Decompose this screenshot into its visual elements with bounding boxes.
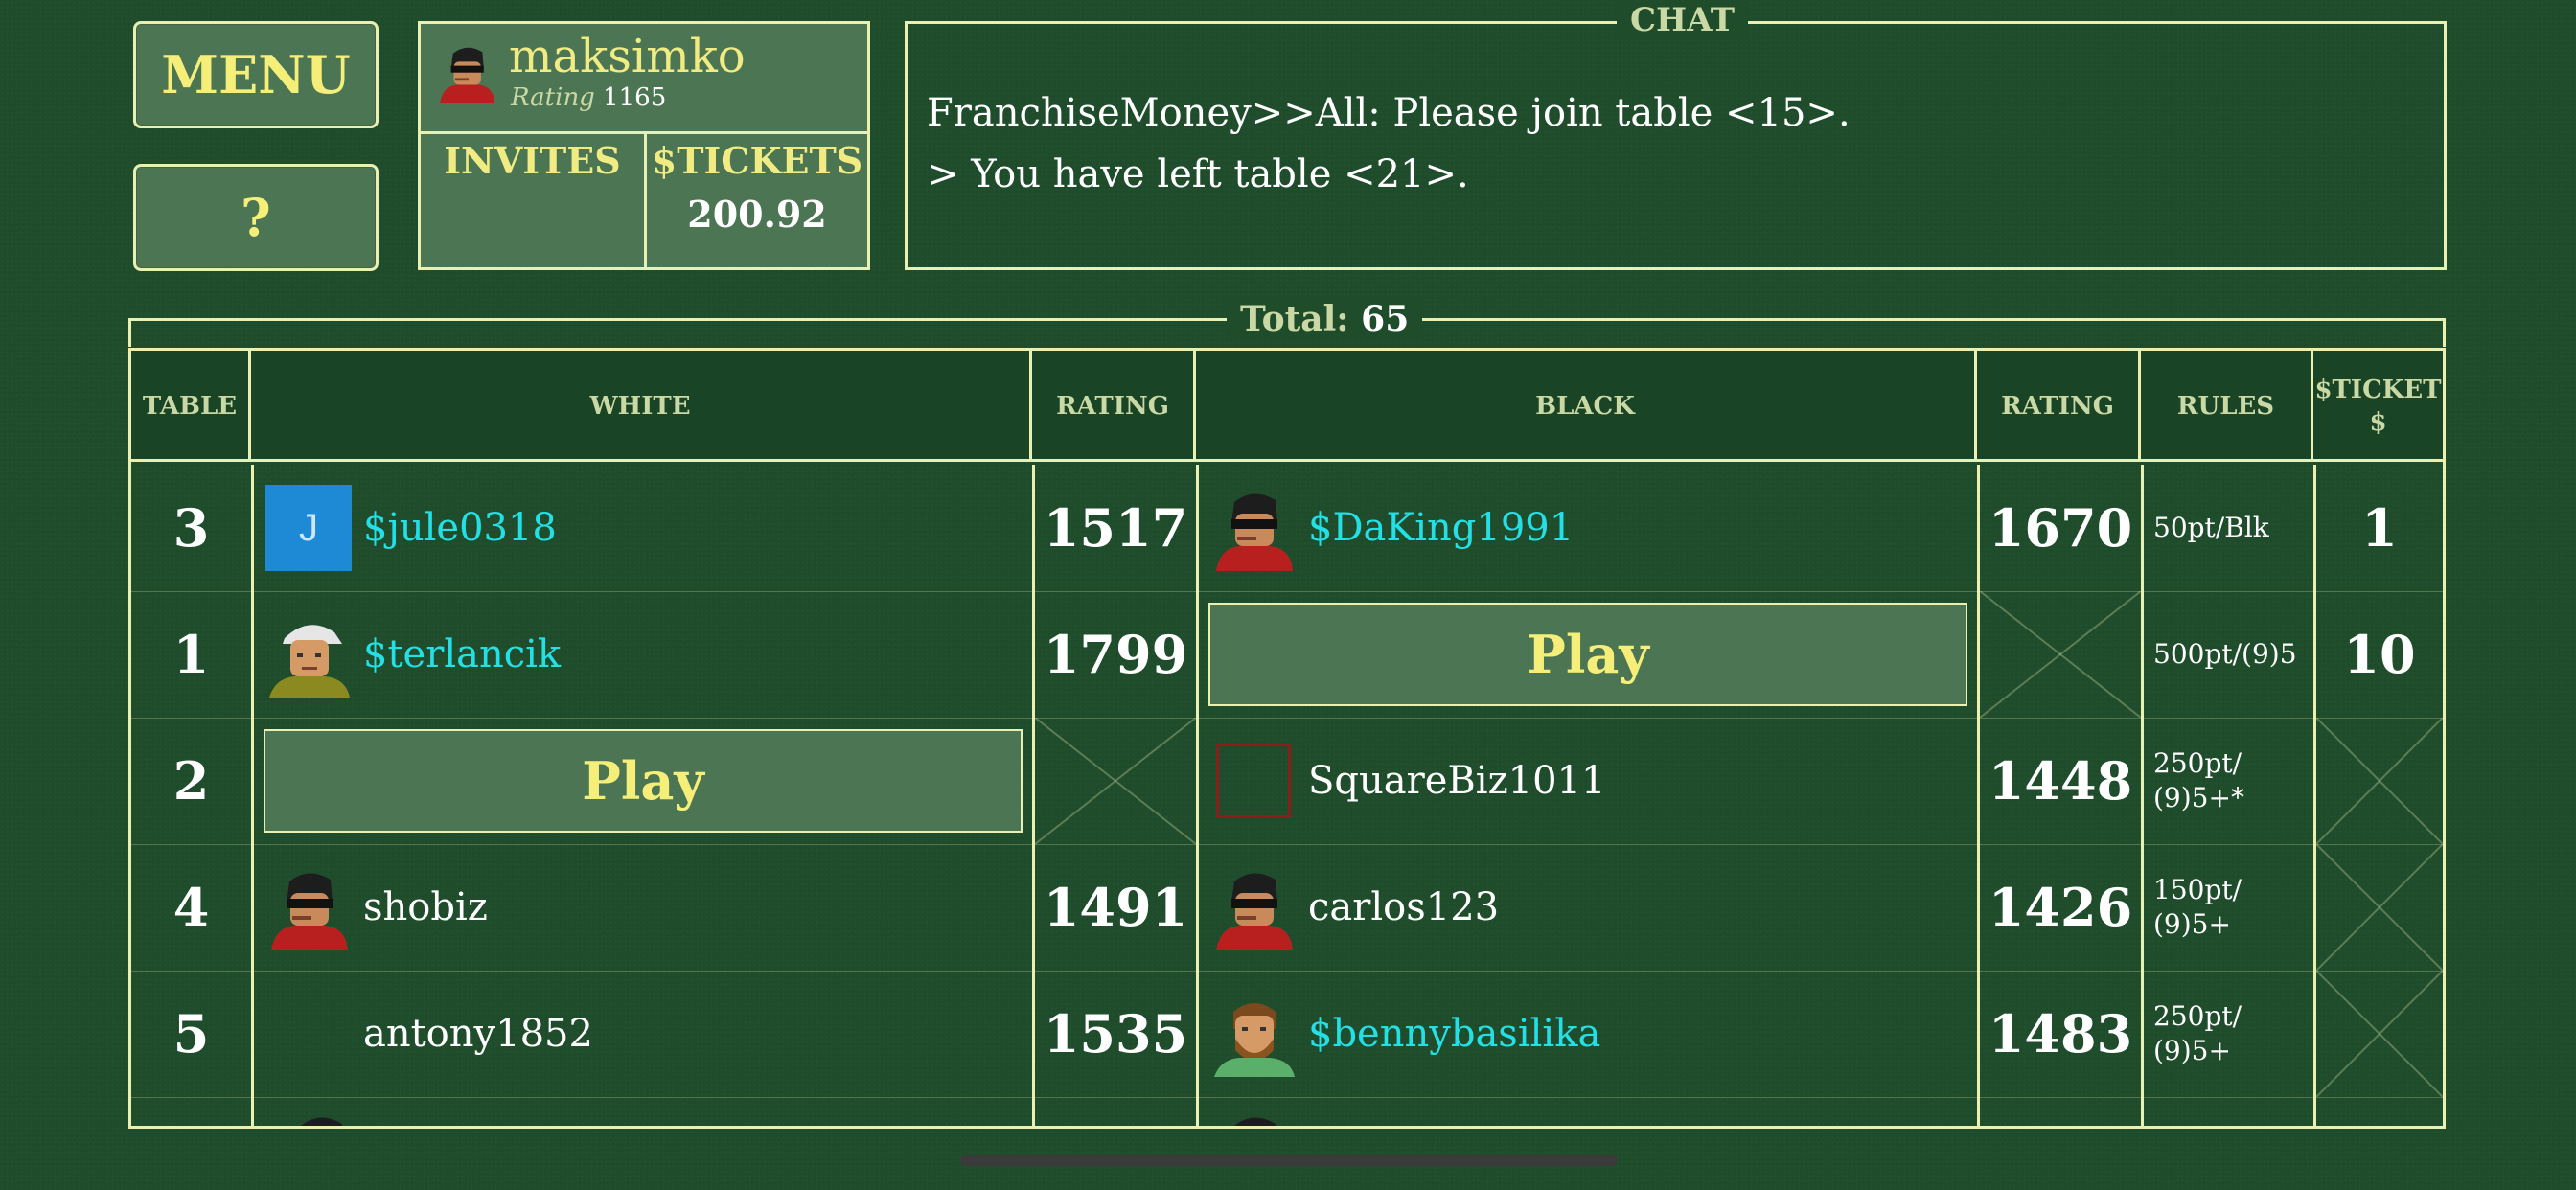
white-player[interactable]: J $jule0318 (265, 465, 1023, 591)
tickets-value: 200.92 (687, 193, 827, 236)
profile-rating-label: Rating (511, 83, 595, 112)
table-rules: 250pt/ (9)5+* (2153, 747, 2244, 813)
profile-username: maksimko (509, 30, 746, 83)
avatar (265, 991, 352, 1077)
black-player-name: SquareBiz1011 (1308, 759, 1606, 803)
white-player-name: $terlancik (363, 632, 562, 676)
header-white[interactable]: WHITE (251, 351, 1032, 462)
empty-tickets (2316, 718, 2443, 844)
table-rules: 150pt/ (9)5+ (2153, 874, 2242, 940)
chat-message-2: > You have left table <21>. (927, 152, 1469, 196)
total-count: Total: 65 (1227, 299, 1423, 339)
black-rating: 1483 (1988, 1003, 2133, 1064)
avatar (1210, 991, 1297, 1077)
black-rating: 1426 (1988, 877, 2133, 938)
black-player[interactable]: $DaKing1991 (1210, 465, 1967, 591)
avatar (436, 41, 497, 103)
chat-panel: CHAT FranchiseMoney>>All: Please join ta… (905, 1, 2447, 270)
white-rating: 1535 (1043, 1003, 1188, 1064)
table-number: 2 (172, 750, 210, 812)
white-player-name: $jule0318 (363, 506, 557, 550)
table-number: 1 (172, 624, 210, 685)
chat-title: CHAT (1617, 1, 1749, 39)
black-rating: 1448 (1988, 750, 2133, 812)
white-rating: 1517 (1043, 497, 1188, 559)
table-tickets: 1 (2361, 497, 2398, 559)
white-player-name: antony1852 (363, 1012, 593, 1056)
play-white-button[interactable]: Play (264, 729, 1023, 833)
table-number: 5 (172, 1003, 210, 1064)
black-player[interactable]: $bennybasilika (1210, 971, 1967, 1097)
avatar (1210, 485, 1297, 571)
table-row[interactable] (131, 1097, 2443, 1126)
total-label: Total: (1240, 299, 1349, 339)
white-player[interactable]: shobiz (265, 844, 1023, 971)
empty-black-rating (1980, 591, 2141, 718)
table-row[interactable]: 4 shobiz 1491 carlos123 1426 150pt/ (9)5… (131, 844, 2443, 972)
profile-panel: maksimko Rating 1165 INVITES $TICKETS 20… (418, 21, 870, 270)
table-rules: 500pt/(9)5 (2153, 638, 2297, 670)
help-button[interactable]: ? (133, 164, 379, 271)
avatar (1210, 738, 1297, 824)
tables-list: TABLE WHITE RATING BLACK RATING RULES $T… (128, 348, 2446, 1129)
avatar-initial: J (299, 506, 318, 549)
table-number: 4 (172, 877, 210, 938)
white-player[interactable]: $terlancik (265, 591, 1023, 718)
total-value: 65 (1361, 299, 1410, 339)
profile-rating-value: 1165 (603, 83, 667, 112)
avatar (265, 611, 352, 698)
avatar: J (265, 485, 352, 571)
table-row[interactable]: 1 $terlancik 1799 Play 500pt/(9)5 10 (131, 591, 2443, 719)
tickets-label: $TICKETS (651, 139, 863, 182)
black-player[interactable]: carlos123 (1210, 844, 1967, 971)
black-rating: 1670 (1988, 497, 2133, 559)
white-player-name: shobiz (363, 885, 488, 929)
avatar (1210, 864, 1297, 950)
invites-label[interactable]: INVITES (421, 139, 644, 182)
black-player-name: $DaKing1991 (1308, 506, 1575, 550)
table-rows: 3 J $jule0318 1517 $DaKing1991 1670 50pt… (131, 465, 2443, 1126)
chat-message-1: FranchiseMoney>>All: Please join table <… (927, 91, 1851, 135)
table-row[interactable]: 3 J $jule0318 1517 $DaKing1991 1670 50pt… (131, 465, 2443, 592)
avatar (277, 1109, 363, 1126)
white-seat: Play (254, 718, 1032, 844)
empty-avatar-frame (1216, 744, 1291, 818)
empty-white-rating (1035, 718, 1196, 844)
profile-rating: Rating 1165 (511, 83, 666, 112)
table-row[interactable]: 2 Play SquareBiz1011 1448 250pt/ (9)5+* (131, 718, 2443, 845)
black-seat: Play (1199, 591, 1977, 718)
table-header: TABLE WHITE RATING BLACK RATING RULES $T… (131, 351, 2443, 462)
black-player-name: $bennybasilika (1308, 1012, 1601, 1056)
table-tickets: 10 (2343, 624, 2416, 685)
header-table[interactable]: TABLE (131, 351, 251, 462)
black-player[interactable]: SquareBiz1011 (1210, 718, 1967, 844)
play-black-button[interactable]: Play (1208, 603, 1967, 706)
avatar (265, 864, 352, 950)
table-rules: 50pt/Blk (2153, 512, 2269, 543)
header-tickets[interactable]: $TICKET $ (2313, 351, 2443, 462)
empty-tickets (2316, 844, 2443, 971)
header-white-rating[interactable]: RATING (1032, 351, 1196, 462)
white-player[interactable]: antony1852 (265, 971, 1023, 1097)
table-row[interactable]: 5 antony1852 1535 $bennybasilika 1483 25… (131, 971, 2443, 1098)
black-player-name: carlos123 (1308, 885, 1500, 929)
scroll-indicator[interactable] (960, 1155, 1618, 1166)
header-rules[interactable]: RULES (2141, 351, 2313, 462)
empty-tickets (2316, 971, 2443, 1097)
white-rating: 1491 (1043, 877, 1188, 938)
header-black[interactable]: BLACK (1196, 351, 1977, 462)
menu-button[interactable]: MENU (133, 21, 379, 128)
header-black-rating[interactable]: RATING (1977, 351, 2141, 462)
table-rules: 250pt/ (9)5+ (2153, 1000, 2242, 1066)
avatar (1210, 1109, 1297, 1126)
white-rating: 1799 (1043, 624, 1188, 685)
table-number: 3 (172, 497, 210, 559)
